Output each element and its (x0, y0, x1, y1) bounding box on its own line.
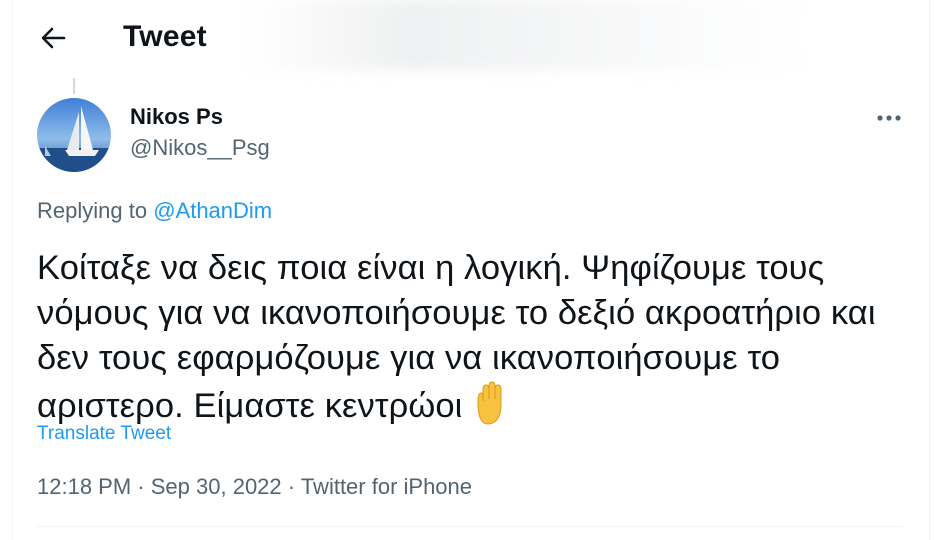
tweet-metadata: 12:18 PM · Sep 30, 2022 · Twitter for iP… (37, 474, 472, 500)
meta-separator-dot: · (287, 474, 296, 499)
tweet-source[interactable]: Twitter for iPhone (301, 474, 472, 499)
back-button[interactable] (39, 24, 67, 52)
replying-prefix: Replying to (37, 198, 148, 223)
translate-tweet-link[interactable]: Translate Tweet (37, 423, 171, 445)
page-title: Tweet (123, 20, 207, 53)
author-handle[interactable]: @Nikos__Psg (130, 135, 270, 161)
page-header: Tweet (13, 0, 929, 76)
tweet-time[interactable]: 12:18 PM (37, 474, 131, 499)
raised-hand-emoji (470, 381, 510, 437)
replying-to-line: Replying to @AthanDim (37, 198, 272, 224)
more-options-button[interactable] (871, 106, 907, 130)
thread-connector-line (73, 78, 75, 94)
tweet-text-body: Κοίταξε να δεις ποια είναι η λογική. Ψηφ… (37, 249, 876, 425)
meta-separator-dot: · (137, 474, 145, 499)
avatar[interactable] (37, 98, 111, 172)
tweet-date[interactable]: Sep 30, 2022 (151, 474, 282, 499)
more-dots-icon (877, 115, 901, 121)
replying-to-mention-link[interactable]: @AthanDim (153, 198, 272, 223)
tweet-page: Tweet Nikos Ps @Nikos__Psg Replying to @… (12, 0, 930, 540)
author-name[interactable]: Nikos Ps (130, 104, 223, 130)
tweet-text: Κοίταξε να δεις ποια είναι η λογική. Ψηφ… (37, 246, 917, 437)
sailboat-avatar (37, 98, 111, 172)
arrow-left-icon (41, 27, 66, 49)
section-divider (37, 526, 903, 527)
blurred-header-background (243, 0, 803, 70)
